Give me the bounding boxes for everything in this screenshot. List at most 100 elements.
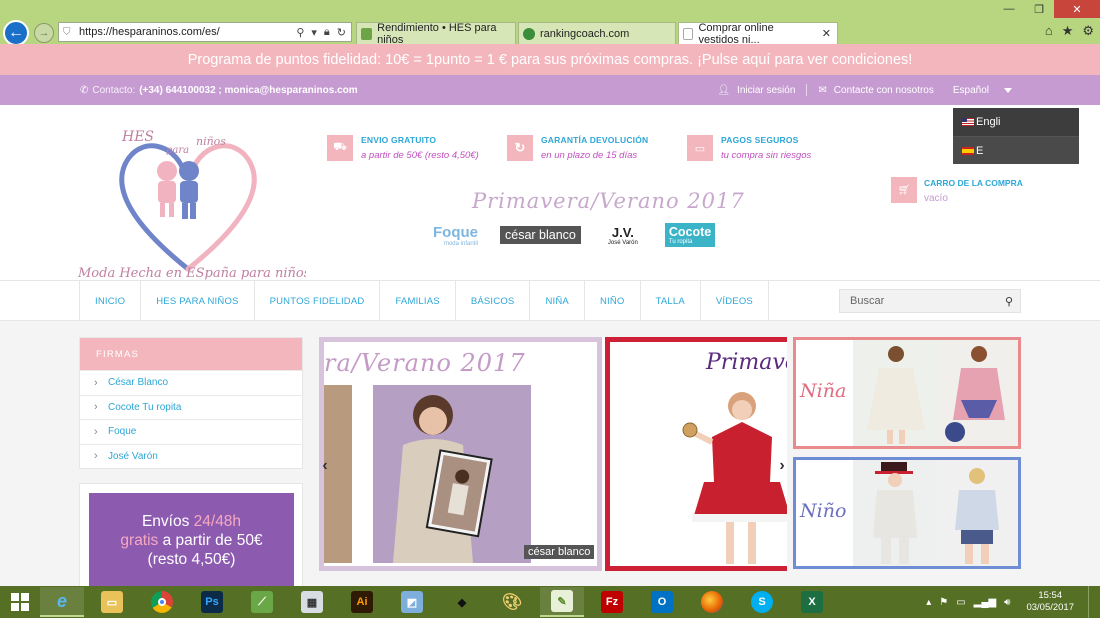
taskbar-app-blue[interactable]: ◩ <box>390 587 434 617</box>
taskbar-inkscape[interactable]: ◆ <box>440 587 484 617</box>
language-selector[interactable]: Español <box>953 85 989 96</box>
search-input[interactable]: Buscar <box>840 295 998 307</box>
menu-item-inicio[interactable]: INICIO <box>80 281 142 321</box>
taskbar-filezilla[interactable]: Fz <box>590 587 634 617</box>
firmas-item-foque[interactable]: Foque <box>80 419 302 444</box>
menu-item-puntos-fidelidad[interactable]: PUNTOS FIDELIDAD <box>255 281 381 321</box>
lock-icon[interactable]: 🔒︎ <box>324 26 330 39</box>
slider-next-button[interactable]: › <box>774 457 787 475</box>
arrow-right-icon: → <box>38 27 50 39</box>
chevron-up-icon[interactable]: ▴ <box>926 597 931 608</box>
tab-rankingcoach[interactable]: rankingcoach.com <box>518 22 676 44</box>
menu-bar: INICIO HES PARA NIÑOS PUNTOS FIDELIDAD F… <box>79 281 769 321</box>
home-icon[interactable]: ⌂ <box>1045 23 1053 39</box>
address-bar[interactable]: ⛉ https://hesparaninos.com/es/ ⚲ ▾ 🔒︎ ↻ <box>58 22 352 42</box>
main-navigation: INICIO HES PARA NIÑOS PUNTOS FIDELIDAD F… <box>0 281 1100 321</box>
login-link[interactable]: Iniciar sesión <box>737 85 795 96</box>
category-tile-nina[interactable]: Niña <box>793 337 1021 449</box>
browser-chrome: ← → ⛉ https://hesparaninos.com/es/ ⚲ ▾ 🔒… <box>0 0 1100 46</box>
menu-item-hes-para-ninos[interactable]: HES PARA NIÑOS <box>141 281 255 321</box>
tab-close-icon[interactable]: ✕ <box>822 27 831 40</box>
brand-foque-sub: moda infantil <box>443 240 478 247</box>
site-logo[interactable]: HES para niños Moda Hecha en ESpaña para… <box>77 119 311 281</box>
taskbar-outlook[interactable]: O <box>640 587 684 617</box>
taskbar-ie[interactable]: e <box>40 587 84 617</box>
taskbar-calculator[interactable]: ▦ <box>290 587 334 617</box>
monitor-icon[interactable]: ▭ <box>956 597 965 608</box>
refresh-icon[interactable]: ↻ <box>337 26 346 39</box>
menu-item-nino[interactable]: NIÑO <box>585 281 641 321</box>
clock[interactable]: 15:54 03/05/2017 <box>1026 590 1074 614</box>
tab-rendimiento[interactable]: Rendimiento • HES para niños <box>356 22 516 46</box>
chevron-down-icon[interactable] <box>1004 87 1012 93</box>
search-button[interactable]: ⚲ <box>998 290 1020 312</box>
taskbar-app-green[interactable]: ⟋ <box>240 587 284 617</box>
chevron-right-icon: › <box>779 457 785 474</box>
taskbar-excel[interactable]: X <box>790 587 834 617</box>
dropdown-icon[interactable]: ▾ <box>311 26 317 39</box>
brand-cocote[interactable]: Cocote Tu ropita <box>664 223 716 247</box>
taskbar-file-explorer[interactable]: ▭ <box>90 587 134 617</box>
taskbar-paint[interactable]: 🎨︎ <box>490 587 534 617</box>
promo-banner[interactable]: Programa de puntos fidelidad: 10€ = 1pun… <box>0 44 1100 75</box>
calculator-icon: ▦ <box>301 591 323 613</box>
spain-flag-icon <box>962 146 974 155</box>
settings-gear-icon[interactable]: ⚙ <box>1082 23 1094 39</box>
taskbar-notepadpp[interactable]: ✎ <box>540 587 584 617</box>
truck-icon: ⛟ <box>327 135 353 161</box>
search-icon[interactable]: ⚲ <box>296 26 304 39</box>
shipping-promo-banner[interactable]: Envíos 24/48h gratis a partir de 50€ (re… <box>89 493 294 588</box>
brand-cocote-sub: Tu ropita <box>668 239 693 245</box>
contact-us-link[interactable]: Contacte con nosotros <box>834 85 934 96</box>
feature-list: ⛟ ENVIO GRATUITO a partir de 50€ (resto … <box>327 135 867 161</box>
tab-favicon-icon <box>361 27 373 40</box>
language-option-spanish[interactable]: E <box>953 136 1079 164</box>
brand-foque[interactable]: Foque moda infantil <box>433 224 478 247</box>
slide-primavera[interactable]: Primave <box>605 337 787 571</box>
taskbar-photoshop[interactable]: Ps <box>190 587 234 617</box>
tile-photo <box>939 340 1018 446</box>
envios-line1b: 24/48h <box>193 513 242 530</box>
feature-returns: ↻ GARANTÍA DEVOLUCIÓN en un plazo de 15 … <box>507 135 687 161</box>
shipping-promo-box: Envíos 24/48h gratis a partir de 50€ (re… <box>79 483 303 588</box>
show-desktop-button[interactable] <box>1088 586 1092 618</box>
shopping-cart[interactable]: 🛒︎ CARRO DE LA COMPRA vacío <box>891 177 1023 204</box>
forward-button[interactable]: → <box>34 23 54 43</box>
menu-item-talla[interactable]: TALLA <box>641 281 701 321</box>
menu-item-videos[interactable]: VÍDEOS <box>701 281 769 321</box>
taskbar-firefox[interactable] <box>690 587 734 617</box>
minimize-button[interactable]: — <box>994 0 1024 18</box>
contact-label: Contacto: <box>92 84 136 96</box>
taskbar-illustrator[interactable]: Ai <box>340 587 384 617</box>
clock-date: 03/05/2017 <box>1026 602 1074 613</box>
slide-cesar-blanco[interactable]: ra/Verano 2017 césar blanco <box>319 337 602 571</box>
taskbar-skype[interactable]: S <box>740 587 784 617</box>
menu-item-nina[interactable]: NIÑA <box>530 281 585 321</box>
menu-item-basicos[interactable]: BÁSICOS <box>456 281 531 321</box>
close-window-button[interactable]: ✕ <box>1054 0 1100 18</box>
url-text[interactable]: https://hesparaninos.com/es/ <box>79 26 296 38</box>
slide-title: Primave <box>706 350 787 375</box>
firmas-item-jose-varon[interactable]: José Varón <box>80 443 302 469</box>
volume-icon[interactable]: 🔊︎ <box>1004 597 1010 608</box>
promo-text[interactable]: Programa de puntos fidelidad: 10€ = 1pun… <box>188 52 913 68</box>
cart-title: CARRO DE LA COMPRA <box>924 178 1023 188</box>
site-shield-icon: ⛉ <box>63 26 71 38</box>
language-option-english[interactable]: Engli <box>953 108 1079 136</box>
restore-button[interactable]: ❐ <box>1024 0 1054 18</box>
menu-item-familias[interactable]: FAMILIAS <box>380 281 456 321</box>
favorites-star-icon[interactable]: ★ <box>1062 23 1074 39</box>
contact-details[interactable]: (+34) 644100032 ; monica@hesparaninos.co… <box>139 85 357 96</box>
flag-icon[interactable]: ⚑ <box>939 597 948 608</box>
slider-prev-button[interactable]: ‹ <box>319 457 333 475</box>
brand-jose-varon[interactable]: J.V. José Varón <box>603 225 643 246</box>
start-button[interactable] <box>0 586 40 618</box>
taskbar-chrome[interactable] <box>140 587 184 617</box>
wifi-signal-icon[interactable]: ▂▄▆ <box>974 597 996 608</box>
firmas-item-cesar-blanco[interactable]: César Blanco <box>80 370 302 395</box>
category-tile-nino[interactable]: Niño <box>793 457 1021 569</box>
back-button[interactable]: ← <box>3 20 29 46</box>
firmas-item-cocote[interactable]: Cocote Tu ropita <box>80 394 302 420</box>
brand-cesar-blanco[interactable]: césar blanco <box>500 226 581 244</box>
tab-hesparaninos[interactable]: Comprar online vestidos ni... ✕ <box>678 22 838 46</box>
